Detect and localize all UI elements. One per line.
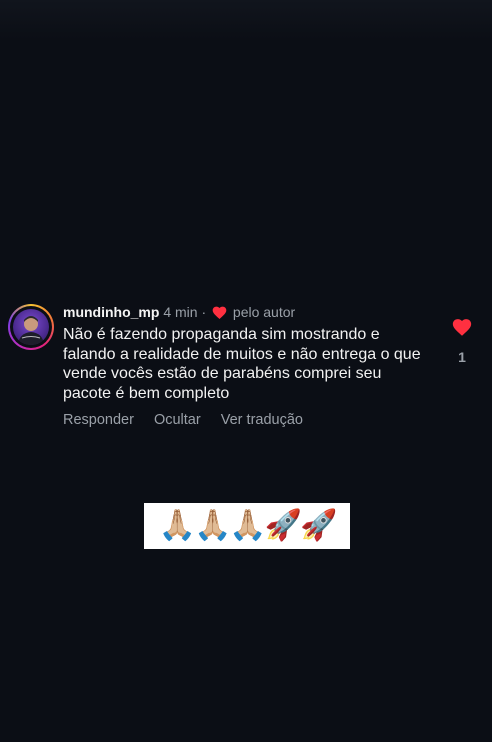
comment: mundinho_mp 4 min · pelo autor Não é faz… — [8, 300, 484, 440]
avatar-story-ring[interactable] — [8, 304, 54, 350]
liked-by-author-label: pelo autor — [232, 304, 296, 320]
separator: · — [201, 304, 207, 320]
reply-button[interactable]: Responder — [63, 412, 134, 428]
heart-icon — [212, 305, 227, 323]
comment-screen: mundinho_mp 4 min · pelo autor Não é faz… — [0, 0, 492, 742]
translate-button[interactable]: Ver tradução — [221, 412, 303, 428]
timestamp: 4 min — [163, 304, 198, 320]
like-button[interactable] — [451, 318, 473, 341]
hide-button[interactable]: Ocultar — [154, 412, 201, 428]
like-count: 1 — [458, 349, 466, 365]
username[interactable]: mundinho_mp — [63, 304, 159, 320]
comment-text: Não é fazendo propaganda sim mostrando e… — [63, 326, 421, 402]
emoji-sticker: 🙏🏼🙏🏼🙏🏼🚀🚀 — [144, 503, 350, 549]
avatar — [13, 309, 49, 345]
comment-meta: mundinho_mp 4 min · pelo autor — [63, 303, 295, 323]
like-column: 1 — [451, 318, 473, 365]
heart-icon — [452, 319, 472, 336]
avatar-image — [18, 316, 44, 345]
comment-actions: Responder Ocultar Ver tradução — [63, 412, 319, 428]
